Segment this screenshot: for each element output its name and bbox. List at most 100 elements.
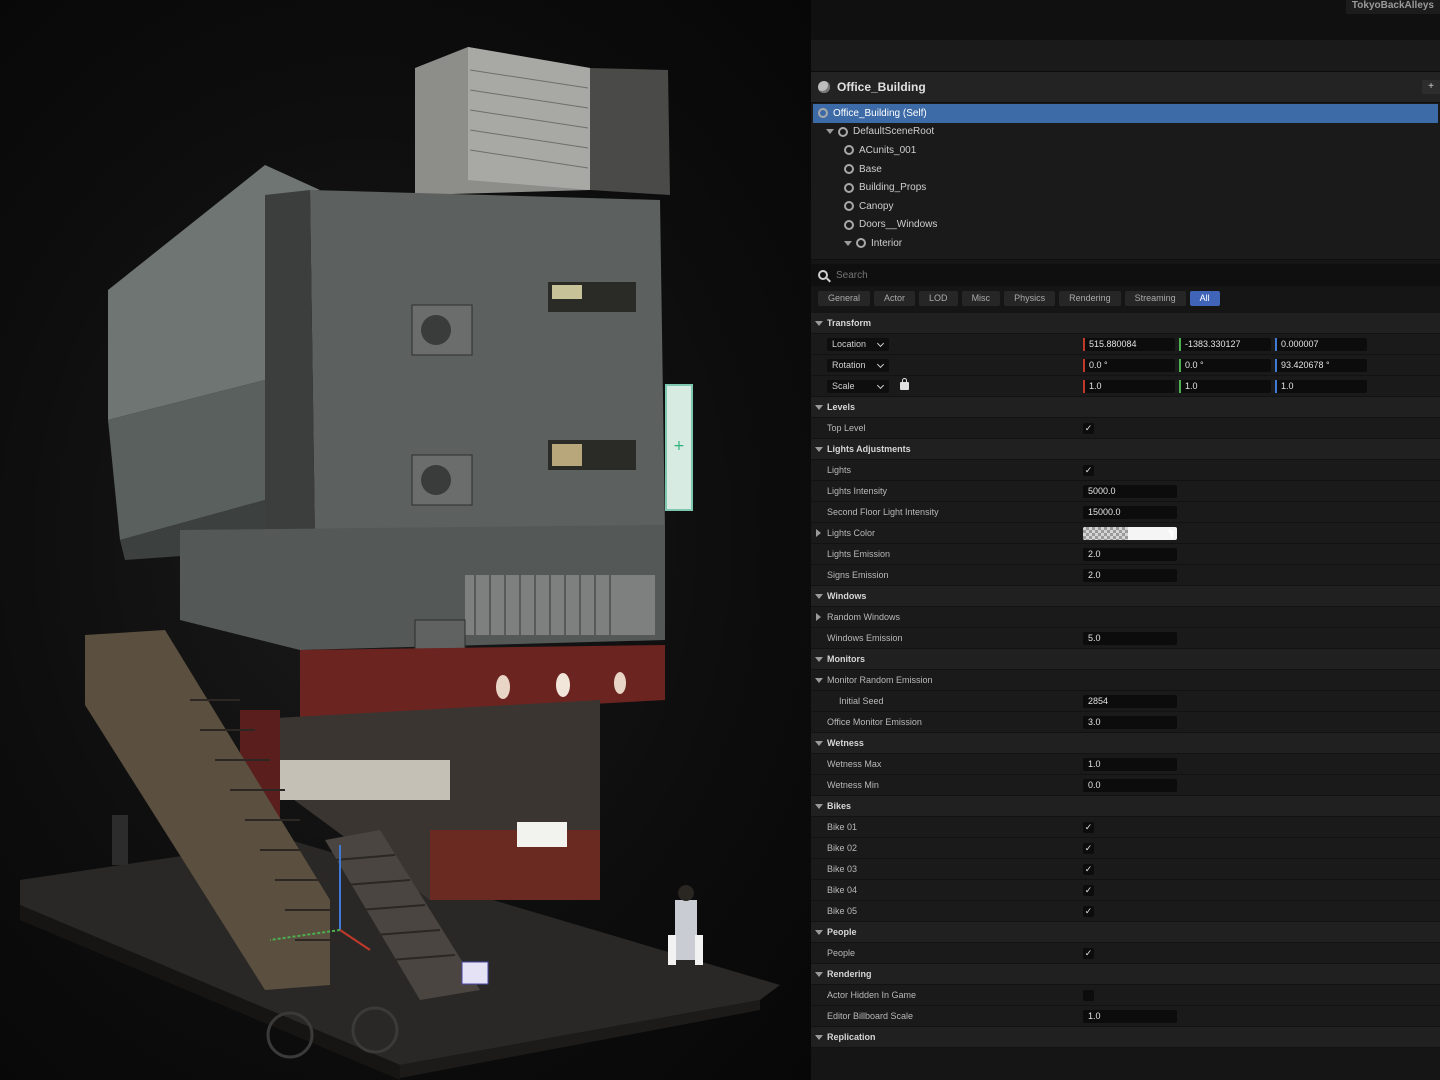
tree-item-label: Building_Props <box>859 182 927 194</box>
property-row-bike-01: Bike 01 ✓ <box>811 817 1440 838</box>
people-checkbox[interactable]: ✓ <box>1083 948 1094 959</box>
category-rendering[interactable]: Rendering <box>811 964 1440 985</box>
component-icon <box>844 201 854 212</box>
category-bikes[interactable]: Bikes <box>811 796 1440 817</box>
rotation-row: Rotation 0.0 ° 0.0 ° 93.420678 ° <box>811 355 1440 376</box>
tree-item[interactable]: ACunits_001 <box>811 141 1440 160</box>
top-level-checkbox[interactable]: ✓ <box>1083 423 1094 434</box>
tab-streaming[interactable]: Streaming <box>1124 290 1186 306</box>
tab-all[interactable]: All <box>1189 290 1220 306</box>
tab-lod[interactable]: LOD <box>919 290 958 306</box>
tree-item-label: Interior <box>871 237 903 249</box>
actor-header: Office_Building + <box>811 72 1440 103</box>
color-swatch[interactable] <box>1083 527 1177 540</box>
alpha-checker <box>1083 527 1128 540</box>
rotation-y-field[interactable]: 0.0 ° <box>1179 359 1271 372</box>
tree-item[interactable]: Canopy <box>811 197 1440 216</box>
expand-arrow-icon[interactable] <box>826 129 834 135</box>
property-row-lights-emission: Lights Emission 2.0 <box>811 544 1440 565</box>
category-people[interactable]: People <box>811 922 1440 943</box>
property-row-wetness-max: Wetness Max 1.0 <box>811 754 1440 775</box>
second-floor-light-intensity-field[interactable]: 15000.0 <box>1083 506 1177 519</box>
property-label: Office Monitor Emission <box>827 717 922 727</box>
location-z-field[interactable]: 0.000007 <box>1275 338 1367 351</box>
property-row-second-floor-light-intensity: Second Floor Light Intensity 15000.0 <box>811 502 1440 523</box>
add-component-button[interactable]: + <box>1422 80 1440 94</box>
expand-arrow-icon <box>815 1035 823 1040</box>
tree-item[interactable]: Interior <box>811 234 1440 253</box>
property-row-bike-03: Bike 03 ✓ <box>811 859 1440 880</box>
property-label: Bike 05 <box>827 906 858 916</box>
tree-item-label: DefaultSceneRoot <box>853 126 935 138</box>
wetness-min-field[interactable]: 0.0 <box>1083 779 1177 792</box>
windows-emission-field[interactable]: 5.0 <box>1083 632 1177 645</box>
tab-rendering[interactable]: Rendering <box>1059 290 1121 306</box>
category-monitors[interactable]: Monitors <box>811 649 1440 670</box>
bike-05-checkbox[interactable]: ✓ <box>1083 906 1094 917</box>
bike-02-checkbox[interactable]: ✓ <box>1083 843 1094 854</box>
tree-item[interactable]: DefaultSceneRoot <box>811 123 1440 142</box>
category-monitor-random-emission[interactable]: Monitor Random Emission <box>811 670 1440 691</box>
category-transform[interactable]: Transform <box>811 313 1440 334</box>
scale-z-field[interactable]: 1.0 <box>1275 380 1367 393</box>
property-row-bike-02: Bike 02 ✓ <box>811 838 1440 859</box>
tab-actor[interactable]: Actor <box>874 290 916 306</box>
actor-hidden-in-game-checkbox[interactable] <box>1083 990 1094 1001</box>
expand-arrow-icon[interactable] <box>844 240 852 246</box>
collapse-arrow-icon[interactable] <box>816 613 821 621</box>
signs-emission-field[interactable]: 2.0 <box>1083 569 1177 582</box>
bike-03-checkbox[interactable]: ✓ <box>1083 864 1094 875</box>
property-label: Lights Color <box>827 528 876 538</box>
initial-seed-field[interactable]: 2854 <box>1083 695 1177 708</box>
rotation-z-field[interactable]: 93.420678 ° <box>1275 359 1367 372</box>
3d-viewport[interactable]: + <box>0 0 811 1080</box>
tree-item[interactable]: Doors__Windows <box>811 216 1440 235</box>
property-label: Top Level <box>827 423 866 433</box>
office-monitor-emission-field[interactable]: 3.0 <box>1083 716 1177 729</box>
location-y-field[interactable]: -1383.330127 <box>1179 338 1271 351</box>
property-list: Transform Location 515.880084 -1383.3301… <box>811 313 1440 1048</box>
tree-item[interactable]: Building_Props <box>811 178 1440 197</box>
lights-emission-field[interactable]: 2.0 <box>1083 548 1177 561</box>
category-lights-adjustments[interactable]: Lights Adjustments <box>811 439 1440 460</box>
tree-item[interactable]: Base <box>811 160 1440 179</box>
collapse-arrow-icon[interactable] <box>816 529 821 537</box>
bike-01-checkbox[interactable]: ✓ <box>1083 822 1094 833</box>
rotation-x-field[interactable]: 0.0 ° <box>1083 359 1175 372</box>
category-replication[interactable]: Replication <box>811 1027 1440 1048</box>
category-windows[interactable]: Windows <box>811 586 1440 607</box>
scale-y-field[interactable]: 1.0 <box>1179 380 1271 393</box>
lock-icon[interactable] <box>900 378 909 390</box>
property-row-windows-emission: Windows Emission 5.0 <box>811 628 1440 649</box>
expand-arrow-icon <box>815 405 823 410</box>
wetness-max-field[interactable]: 1.0 <box>1083 758 1177 771</box>
property-row-initial-seed: Initial Seed 2854 <box>811 691 1440 712</box>
property-label: Bike 01 <box>827 822 858 832</box>
search-icon <box>818 270 828 280</box>
rotation-dropdown[interactable]: Rotation <box>827 359 889 372</box>
location-dropdown[interactable]: Location <box>827 338 889 351</box>
location-x-field[interactable]: 515.880084 <box>1083 338 1175 351</box>
lights-checkbox[interactable]: ✓ <box>1083 465 1094 476</box>
tab-misc[interactable]: Misc <box>961 290 1001 306</box>
search-input[interactable] <box>836 269 1336 281</box>
expand-arrow-icon <box>815 594 823 599</box>
category-label: Transform <box>827 318 872 328</box>
category-label: Rendering <box>827 969 872 979</box>
category-levels[interactable]: Levels <box>811 397 1440 418</box>
category-label: Wetness <box>827 738 864 748</box>
expand-arrow-icon <box>815 657 823 662</box>
category-wetness[interactable]: Wetness <box>811 733 1440 754</box>
lights-intensity-field[interactable]: 5000.0 <box>1083 485 1177 498</box>
tab-general[interactable]: General <box>818 290 871 306</box>
tree-item[interactable]: Office_Building (Self) <box>813 104 1438 123</box>
editor-billboard-scale-field[interactable]: 1.0 <box>1083 1010 1177 1023</box>
expand-arrow-icon <box>815 678 823 683</box>
property-row-people: People ✓ <box>811 943 1440 964</box>
bike-04-checkbox[interactable]: ✓ <box>1083 885 1094 896</box>
level-name-label: TokyoBackAlleys <box>1345 0 1440 14</box>
svg-text:+: + <box>673 438 685 454</box>
scale-x-field[interactable]: 1.0 <box>1083 380 1175 393</box>
tab-physics[interactable]: Physics <box>1004 290 1056 306</box>
scale-dropdown[interactable]: Scale <box>827 380 889 393</box>
